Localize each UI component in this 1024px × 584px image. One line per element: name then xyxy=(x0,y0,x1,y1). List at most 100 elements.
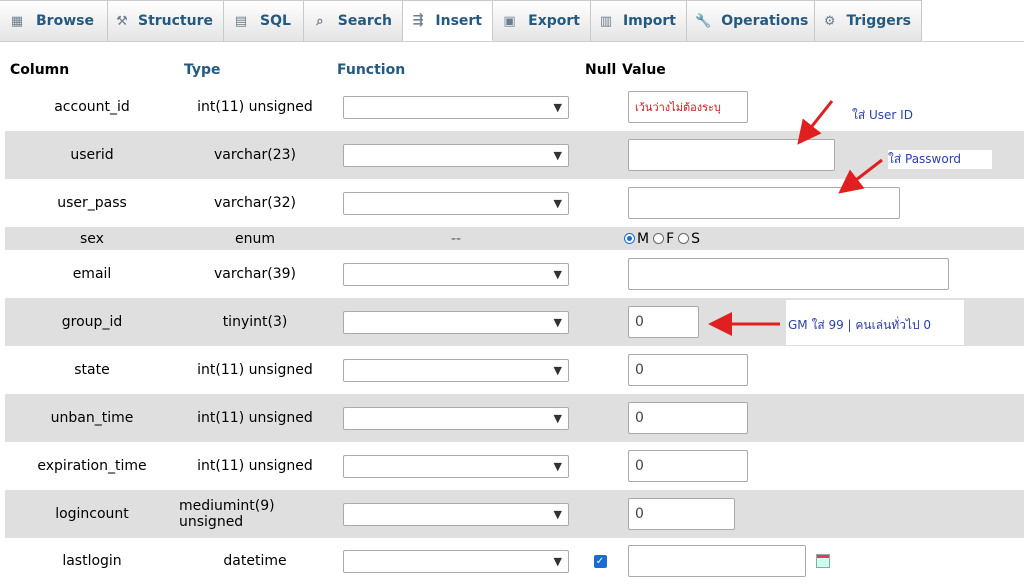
function-select[interactable]: ▼ xyxy=(343,454,569,478)
function-select[interactable]: ▼ xyxy=(343,310,569,334)
tab-label: Search xyxy=(337,13,392,29)
tab-label: Export xyxy=(528,13,580,29)
column-name: userid xyxy=(70,147,114,163)
function-select[interactable]: ▼ xyxy=(343,549,569,573)
chevron-down-icon: ▼ xyxy=(553,100,562,114)
tab-label: Import xyxy=(622,13,676,29)
chevron-down-icon: ▼ xyxy=(553,507,562,521)
column-type: enum xyxy=(235,230,275,247)
column-name: user_pass xyxy=(57,195,127,211)
column-type: varchar(32) xyxy=(214,195,296,211)
annotation-password: ใส่ Password xyxy=(888,150,992,169)
insert-icon: ⇶ xyxy=(412,13,424,28)
value-input-group-id[interactable]: 0 xyxy=(628,306,699,338)
radio-label-s: S xyxy=(691,230,701,247)
browse-icon: ▦ xyxy=(10,13,24,29)
column-name: group_id xyxy=(61,314,123,330)
chevron-down-icon: ▼ xyxy=(553,267,562,281)
sql-icon: ▤ xyxy=(234,13,248,29)
radio-f[interactable] xyxy=(653,233,665,244)
column-type: mediumint(9) unsigned xyxy=(179,498,275,530)
table-row-lastlogin: lastlogin datetime ▼ ✓ xyxy=(5,538,1024,584)
column-type: int(11) unsigned xyxy=(197,99,313,115)
tab-export[interactable]: ▣ Export xyxy=(493,0,591,41)
tab-search[interactable]: ⌕ Search xyxy=(304,0,403,41)
function-select[interactable]: ▼ xyxy=(343,502,569,526)
header-column: Column xyxy=(10,62,70,78)
value-input-expiration-time[interactable]: 0 xyxy=(628,450,748,482)
radio-label-f: F xyxy=(666,230,675,247)
tab-label: Operations xyxy=(721,13,809,29)
table-row-expiration-time: expiration_time int(11) unsigned ▼ 0 xyxy=(5,442,1024,490)
chevron-down-icon: ▼ xyxy=(553,554,562,568)
chevron-down-icon: ▼ xyxy=(553,363,562,377)
chevron-down-icon: ▼ xyxy=(553,315,562,329)
table-row-state: state int(11) unsigned ▼ 0 xyxy=(5,346,1024,394)
export-icon: ▣ xyxy=(503,13,516,29)
table-row-logincount: logincount mediumint(9) unsigned ▼ 0 xyxy=(5,490,1024,538)
table-row-userid: userid varchar(23) ▼ xyxy=(5,131,1024,179)
tab-label: Structure xyxy=(137,13,213,29)
value-input-lastlogin[interactable] xyxy=(628,545,806,577)
null-checkbox[interactable]: ✓ xyxy=(593,554,607,568)
annotation-user-id: ใส่ User ID xyxy=(852,106,932,124)
tab-import[interactable]: ▥ Import xyxy=(591,0,687,41)
value-input-user-pass[interactable] xyxy=(628,187,900,219)
sex-radio-group: M F S xyxy=(622,227,700,250)
value-input-userid[interactable] xyxy=(628,139,835,171)
column-name: lastlogin xyxy=(62,553,122,569)
column-name: unban_time xyxy=(50,410,134,426)
tab-label: SQL xyxy=(260,13,291,29)
chevron-down-icon: ▼ xyxy=(553,148,562,162)
header-value: Value xyxy=(622,62,666,78)
radio-m[interactable] xyxy=(624,233,635,244)
header-type[interactable]: Type xyxy=(184,62,221,78)
value-input-account-id[interactable]: เว้นว่างไม่ต้องระบุ xyxy=(628,91,748,123)
radio-label-m: M xyxy=(637,230,650,247)
table-row-unban-time: unban_time int(11) unsigned ▼ 0 xyxy=(5,394,1024,442)
value-input-unban-time[interactable]: 0 xyxy=(628,402,748,434)
column-type: varchar(23) xyxy=(214,147,296,163)
table-header: Column Type Function Null Value xyxy=(5,58,1024,84)
function-select[interactable]: ▼ xyxy=(343,143,569,167)
tab-label: Triggers xyxy=(846,13,912,29)
function-select[interactable]: ▼ xyxy=(343,358,569,382)
import-icon: ▥ xyxy=(599,13,613,29)
function-select[interactable]: ▼ xyxy=(343,262,569,286)
column-name: logincount xyxy=(55,506,129,522)
tab-sql[interactable]: ▤ SQL xyxy=(224,0,304,41)
tab-operations[interactable]: 🔧 Operations xyxy=(687,0,815,41)
calendar-icon[interactable] xyxy=(816,554,830,568)
column-name: account_id xyxy=(54,99,130,115)
value-input-email[interactable] xyxy=(628,258,949,290)
column-type: tinyint(3) xyxy=(222,314,288,330)
column-name: sex xyxy=(80,230,104,247)
wrench-icon: 🔧 xyxy=(695,13,712,29)
column-name: expiration_time xyxy=(37,458,147,474)
column-type: int(11) unsigned xyxy=(197,410,313,426)
table-row-sex: sex enum -- M F S xyxy=(5,227,1024,250)
tab-bar-filler xyxy=(922,0,1024,41)
column-type: int(11) unsigned xyxy=(197,362,313,378)
function-select[interactable]: ▼ xyxy=(343,95,569,119)
header-null: Null xyxy=(585,62,617,78)
column-name: email xyxy=(72,266,112,282)
value-input-logincount[interactable]: 0 xyxy=(628,498,735,530)
chevron-down-icon: ▼ xyxy=(553,459,562,473)
tab-structure[interactable]: ⚒ Structure xyxy=(108,0,224,41)
function-select[interactable]: ▼ xyxy=(343,406,569,430)
tab-triggers[interactable]: ⚙ Triggers xyxy=(815,0,922,41)
tab-insert[interactable]: ⇶ Insert xyxy=(403,0,493,41)
column-name: state xyxy=(74,362,110,378)
header-function[interactable]: Function xyxy=(337,62,405,78)
tab-label: Browse xyxy=(36,13,94,29)
function-select[interactable]: ▼ xyxy=(343,191,569,215)
chevron-down-icon: ▼ xyxy=(553,196,562,210)
value-input-state[interactable]: 0 xyxy=(628,354,748,386)
chevron-down-icon: ▼ xyxy=(553,411,562,425)
tab-browse[interactable]: ▦ Browse xyxy=(0,0,108,41)
radio-s[interactable] xyxy=(678,233,690,244)
table-row-user-pass: user_pass varchar(32) ▼ xyxy=(5,179,1024,227)
table-row-email: email varchar(39) ▼ xyxy=(5,250,1024,298)
search-icon: ⌕ xyxy=(316,13,324,29)
